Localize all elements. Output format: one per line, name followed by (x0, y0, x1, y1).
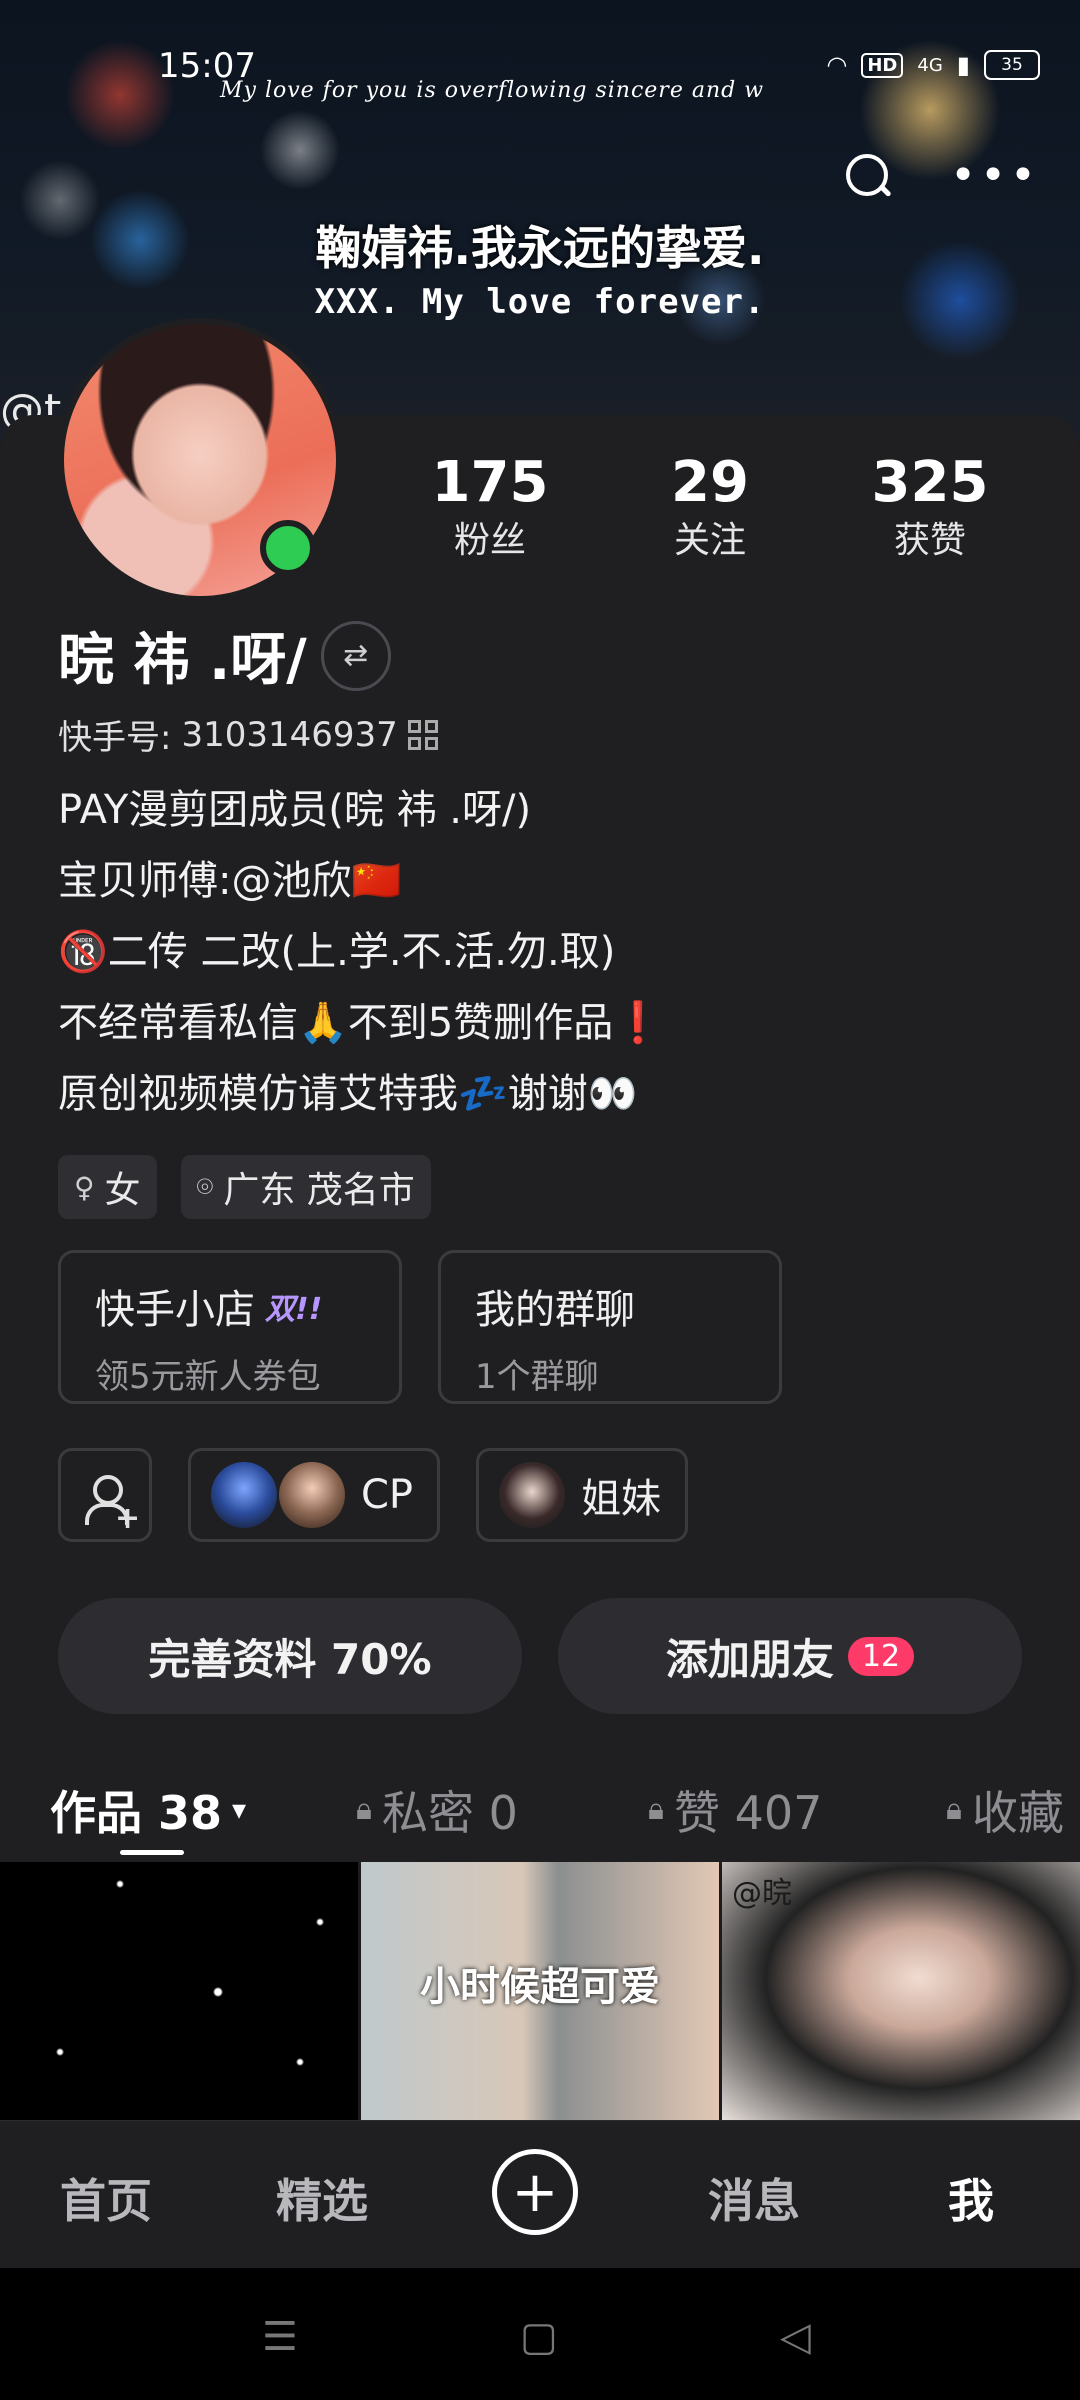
wifi-icon: ◠ (826, 51, 848, 79)
kuaishou-id-row[interactable]: 快手号: 3103146937 (58, 710, 438, 759)
works-grid: 小时候超可爱 @晥 (0, 1862, 1080, 2120)
bio-line: 不经常看私信🙏不到5赞删作品❗ (58, 1000, 664, 1046)
profile-bio: PAY漫剪团成员(晥 祎 .呀/) 宝贝师傅:@池欣🇨🇳 🔞二传 二改(上.学.… (58, 775, 663, 1130)
stat-likes-received[interactable]: 325 获赞 (820, 450, 1040, 566)
profile-tags: ♀ 女 ⌾ 广东 茂名市 (58, 1155, 431, 1219)
switch-account-icon[interactable]: ⇄ (320, 620, 391, 691)
add-friend-icon[interactable]: + (58, 1448, 152, 1542)
location-tag: ⌾ 广东 茂名市 (180, 1155, 431, 1219)
relations-row: + CP 姐妹 (58, 1448, 689, 1542)
create-post-button[interactable]: + (492, 2149, 578, 2235)
hd-icon: HD (861, 52, 904, 78)
stat-label: 获赞 (893, 520, 966, 561)
thumbnail-overlay-text: @晥 (732, 1876, 792, 1911)
avatar (499, 1462, 566, 1528)
bottom-nav: 首页 精选 + 消息 我 (0, 2120, 1080, 2269)
stat-value: 29 (671, 450, 749, 515)
more-icon[interactable]: ••• (950, 154, 1040, 198)
online-status-dot (260, 520, 316, 576)
stat-followers[interactable]: 175 粉丝 (380, 450, 600, 566)
stat-label: 粉丝 (453, 520, 526, 561)
bio-line: PAY漫剪团成员(晥 祎 .呀/) (58, 787, 532, 833)
cp-button[interactable]: CP (188, 1448, 441, 1542)
shop-subtitle: 领5元新人券包 (95, 1357, 321, 1397)
tab-collect-label: 收藏 (971, 1785, 1064, 1840)
active-tab-indicator (120, 1850, 184, 1855)
network-label: 4G (917, 54, 943, 76)
work-thumbnail[interactable]: @晥 (722, 1862, 1080, 2120)
nav-messages[interactable]: 消息 (708, 2165, 800, 2231)
banner-subtitle: XXX. My love forever. (314, 282, 766, 322)
female-icon: ♀ (74, 1170, 95, 1204)
group-chat-card[interactable]: 我的群聊 1个群聊 (438, 1250, 782, 1404)
thumbnail-caption: 小时候超可爱 (420, 1964, 660, 2010)
content-tabs: 作品 38 ▾ 🔒︎ 私密 0 🔒︎ 赞 407 🔒︎ 收藏 (0, 1762, 1080, 1857)
nav-me[interactable]: 我 (948, 2165, 994, 2231)
gender-tag: ♀ 女 (58, 1155, 157, 1219)
nav-featured[interactable]: 精选 (276, 2165, 368, 2231)
home-square-icon[interactable]: ▢ (520, 2314, 558, 2360)
stat-following[interactable]: 29 关注 (600, 450, 820, 566)
bio-line: 宝贝师傅:@池欣🇨🇳 (58, 858, 402, 904)
search-icon[interactable] (842, 150, 894, 202)
work-thumbnail[interactable] (0, 1862, 358, 2120)
sisters-button[interactable]: 姐妹 (476, 1448, 689, 1542)
complete-profile-label: 完善资料 70% (148, 1634, 432, 1684)
shop-badge: 双!! (265, 1292, 323, 1327)
battery-icon: 35 (984, 50, 1040, 80)
status-icons: ◠ HD 4G ▮ 35 (826, 50, 1040, 80)
top-actions: ••• (842, 150, 1040, 202)
back-triangle-icon[interactable]: ◁ (780, 2314, 811, 2360)
name-row: 晥 祎 .呀/ ⇄ (58, 615, 391, 696)
signal-icon: ▮ (956, 51, 970, 79)
location-pin-icon: ⌾ (196, 1170, 214, 1203)
bio-line: 原创视频模仿请艾特我💤谢谢👀 (58, 1071, 638, 1117)
profile-name: 晥 祎 .呀/ (58, 628, 307, 693)
add-friends-badge: 12 (847, 1636, 915, 1676)
tab-likes[interactable]: 🔒︎ 赞 407 (648, 1777, 822, 1843)
cp-label: CP (361, 1472, 414, 1518)
menu-icon[interactable]: ☰ (262, 2314, 298, 2360)
group-chat-title: 我的群聊 (475, 1287, 635, 1333)
avatar (211, 1462, 277, 1528)
banner-script-text: My love for you is overflowing sincere a… (220, 78, 765, 103)
tab-collect[interactable]: 🔒︎ 收藏 (946, 1777, 1064, 1843)
bio-line: 🔞二传 二改(上.学.不.活.勿.取) (58, 929, 616, 975)
tab-likes-label: 赞 407 (673, 1785, 823, 1840)
stat-value: 325 (871, 450, 989, 515)
stat-label: 关注 (673, 520, 746, 561)
location-tag-label: 广东 茂名市 (223, 1170, 415, 1211)
tab-private-label: 私密 0 (381, 1785, 518, 1840)
qr-code-icon[interactable] (407, 719, 438, 750)
tab-works-label: 作品 38 (50, 1785, 223, 1840)
group-chat-subtitle: 1个群聊 (475, 1357, 599, 1397)
kuaishou-id-label: 快手号: (58, 718, 172, 758)
lock-icon: 🔒︎ (356, 1792, 372, 1827)
sisters-label: 姐妹 (581, 1476, 662, 1522)
tab-private[interactable]: 🔒︎ 私密 0 (356, 1777, 518, 1843)
gender-tag-label: 女 (104, 1170, 141, 1211)
complete-profile-button[interactable]: 完善资料 70% (58, 1598, 522, 1714)
entry-cards: 快手小店 双!! 领5元新人券包 我的群聊 1个群聊 (58, 1250, 782, 1404)
add-friends-button[interactable]: 添加朋友 12 (558, 1598, 1022, 1714)
avatar (279, 1462, 345, 1528)
kuaishou-id-value: 3103146937 (181, 714, 398, 755)
add-friends-label: 添加朋友 (665, 1634, 834, 1684)
caret-down-icon: ▾ (232, 1793, 247, 1826)
profile-stats: 175 粉丝 29 关注 325 获赞 (380, 450, 1040, 566)
lock-icon: 🔒︎ (946, 1792, 962, 1827)
banner-title: 鞠婧祎.我永远的挚爱. (315, 221, 765, 275)
stat-value: 175 (431, 450, 549, 515)
shop-title: 快手小店 (95, 1287, 255, 1333)
action-row: 完善资料 70% 添加朋友 12 (58, 1598, 1022, 1714)
shop-card[interactable]: 快手小店 双!! 领5元新人券包 (58, 1250, 402, 1404)
system-navigation-bar: ☰ ▢ ◁ (0, 2268, 1080, 2400)
status-bar: 15:07 ◠ HD 4G ▮ 35 (0, 0, 1080, 140)
nav-home[interactable]: 首页 (60, 2165, 152, 2231)
lock-icon: 🔒︎ (648, 1792, 664, 1827)
work-thumbnail[interactable]: 小时候超可爱 (361, 1862, 719, 2120)
tab-works[interactable]: 作品 38 ▾ (50, 1777, 246, 1843)
